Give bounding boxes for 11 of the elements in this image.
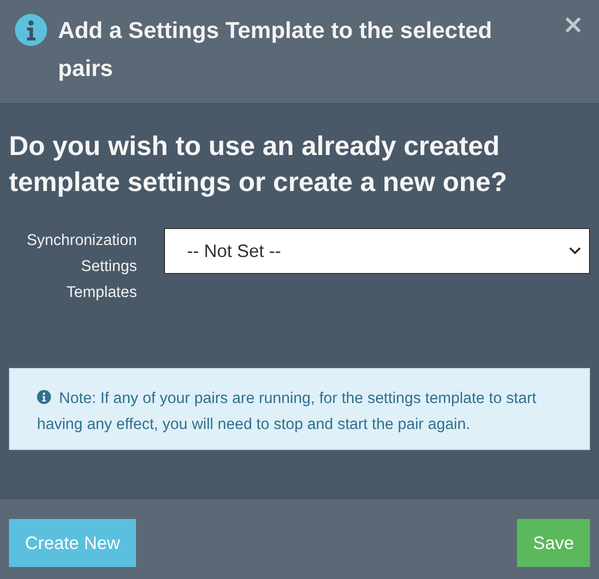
dialog-title: Add a Settings Template to the selected pairs (58, 16, 494, 83)
question-heading: Do you wish to use an already created template settings or create a new one? (9, 130, 508, 199)
field-label: Synchronization Settings Templates (26, 231, 138, 303)
close-button[interactable]: × (562, 14, 584, 36)
chevron-down-icon (569, 247, 581, 255)
template-select[interactable]: -- Not Set -- (164, 228, 590, 274)
note-text: Note: If any of your pairs are running, for the settings template to start having any effect, you will need to stop and start the pair again. (37, 389, 538, 435)
info-icon (37, 390, 51, 404)
create-new-button[interactable]: Create New (9, 519, 136, 567)
save-button[interactable]: Save (516, 519, 590, 567)
info-icon (15, 14, 47, 46)
